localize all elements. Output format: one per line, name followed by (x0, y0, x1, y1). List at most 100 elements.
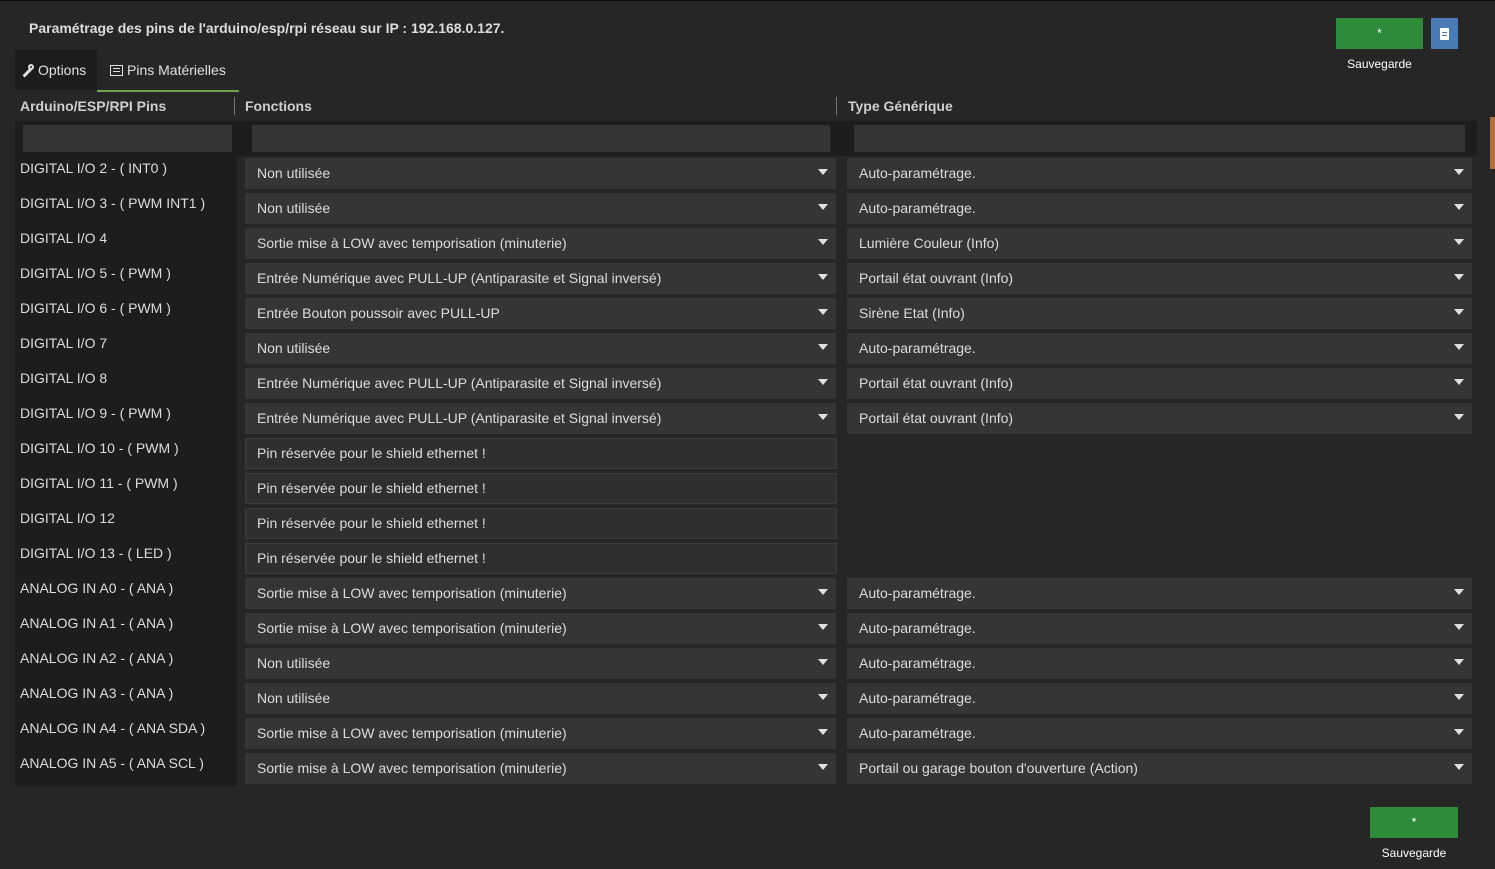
chevron-down-icon (1454, 729, 1464, 735)
type-generique-select[interactable]: Auto-paramétrage. (847, 683, 1472, 714)
column-separator (234, 97, 235, 115)
pin-label: DIGITAL I/O 6 - ( PWM ) (15, 296, 237, 331)
type-value: Auto-paramétrage. (859, 585, 976, 601)
type-generique-select[interactable]: Auto-paramétrage. (847, 718, 1472, 749)
pin-label: DIGITAL I/O 9 - ( PWM ) (15, 401, 237, 436)
table-row: DIGITAL I/O 12 Pin réservée pour le shiel… (15, 506, 1477, 541)
table-row: DIGITAL I/O 10 - ( PWM ) Pin réservée pou… (15, 436, 1477, 471)
chevron-down-icon (818, 659, 828, 665)
type-generique-select[interactable]: Portail ou garage bouton d'ouverture (Ac… (847, 753, 1472, 784)
tab-bar: Options Pins Matérielles (15, 50, 239, 92)
fonction-select[interactable]: Non utilisée (245, 333, 836, 364)
type-value: Auto-paramétrage. (859, 165, 976, 181)
fonction-value: Entrée Numérique avec PULL-UP (Antiparas… (257, 375, 662, 391)
tab-options[interactable]: Options (15, 50, 97, 90)
chevron-down-icon (818, 169, 828, 175)
fonction-value: Entrée Numérique avec PULL-UP (Antiparas… (257, 270, 662, 286)
pin-label: ANALOG IN A5 - ( ANA SCL ) (15, 751, 237, 786)
documentation-button[interactable] (1431, 18, 1458, 49)
pin-label: ANALOG IN A3 - ( ANA ) (15, 681, 237, 716)
type-generique-select[interactable]: Lumière Couleur (Info) (847, 228, 1472, 259)
fonction-select[interactable]: Entrée Numérique avec PULL-UP (Antiparas… (245, 368, 836, 399)
pin-label: DIGITAL I/O 2 - ( INT0 ) (15, 156, 237, 191)
fonction-select[interactable]: Non utilisée (245, 648, 836, 679)
chevron-down-icon (1454, 239, 1464, 245)
table-row: DIGITAL I/O 5 - ( PWM ) Entrée Numérique … (15, 261, 1477, 296)
type-value: Auto-paramétrage. (859, 200, 976, 216)
fonction-select[interactable]: Sortie mise à LOW avec temporisation (mi… (245, 753, 836, 784)
fonction-select[interactable]: Sortie mise à LOW avec temporisation (mi… (245, 718, 836, 749)
type-value: Lumière Couleur (Info) (859, 235, 1000, 251)
fonction-value: Non utilisée (257, 340, 331, 356)
type-generique-select[interactable]: Auto-paramétrage. (847, 613, 1472, 644)
fonction-select[interactable]: Non utilisée (245, 158, 836, 189)
chevron-down-icon (1454, 659, 1464, 665)
pin-label: DIGITAL I/O 3 - ( PWM INT1 ) (15, 191, 237, 226)
type-generique-select[interactable]: Auto-paramétrage. (847, 333, 1472, 364)
fonction-select[interactable]: Sortie mise à LOW avec temporisation (mi… (245, 613, 836, 644)
type-generique-select[interactable]: Auto-paramétrage. (847, 648, 1472, 679)
wrench-icon (21, 63, 34, 77)
type-generique-select[interactable]: Auto-paramétrage. (847, 158, 1472, 189)
type-generique-select[interactable]: Portail état ouvrant (Info) (847, 403, 1472, 434)
pin-label: DIGITAL I/O 7 (15, 331, 237, 366)
chevron-down-icon (818, 239, 828, 245)
save-button-top[interactable]: * Sauvegarde (1336, 18, 1423, 71)
fonction-select[interactable]: Sortie mise à LOW avec temporisation (mi… (245, 228, 836, 259)
fonction-select[interactable]: Sortie mise à LOW avec temporisation (mi… (245, 578, 836, 609)
fonction-select[interactable]: Entrée Numérique avec PULL-UP (Antiparas… (245, 263, 836, 294)
type-value: Portail état ouvrant (Info) (859, 270, 1014, 286)
fonction-select[interactable]: Entrée Bouton poussoir avec PULL-UP (245, 298, 836, 329)
scrollbar-thumb[interactable] (1490, 117, 1495, 169)
reserved-pin-message: Pin réservée pour le shield ethernet ! (245, 438, 837, 469)
table-row: ANALOG IN A1 - ( ANA ) Sortie mise à LOW … (15, 611, 1477, 646)
type-generique-select[interactable]: Sirène Etat (Info) (847, 298, 1472, 329)
chevron-down-icon (818, 764, 828, 770)
chevron-down-icon (1454, 204, 1464, 210)
column-header-pins[interactable]: Arduino/ESP/RPI Pins (20, 92, 166, 120)
chevron-down-icon (1454, 379, 1464, 385)
fonction-value: Entrée Bouton poussoir avec PULL-UP (257, 305, 500, 321)
type-value: Auto-paramétrage. (859, 340, 976, 356)
type-generique-select[interactable]: Portail état ouvrant (Info) (847, 368, 1472, 399)
type-value: Portail état ouvrant (Info) (859, 410, 1014, 426)
filter-fonctions-input[interactable] (252, 125, 830, 152)
tab-pins-materielles[interactable]: Pins Matérielles (97, 50, 239, 92)
tab-options-label: Options (38, 62, 87, 78)
pin-label: DIGITAL I/O 13 - ( LED ) (15, 541, 237, 576)
column-separator (836, 97, 837, 115)
table-row: DIGITAL I/O 6 - ( PWM ) Entrée Bouton pou… (15, 296, 1477, 331)
table-row: DIGITAL I/O 9 - ( PWM ) Entrée Numérique … (15, 401, 1477, 436)
pin-label: ANALOG IN A0 - ( ANA ) (15, 576, 237, 611)
column-header-type[interactable]: Type Générique (848, 92, 953, 120)
type-value: Auto-paramétrage. (859, 655, 976, 671)
fonction-select[interactable]: Entrée Numérique avec PULL-UP (Antiparas… (245, 403, 836, 434)
tab-pins-label: Pins Matérielles (127, 62, 226, 78)
fonction-value: Sortie mise à LOW avec temporisation (mi… (257, 235, 567, 251)
chevron-down-icon (1454, 274, 1464, 280)
save-button-bottom[interactable]: * Sauvegarde (1370, 807, 1458, 860)
filter-type-input[interactable] (854, 125, 1465, 152)
pin-label: ANALOG IN A1 - ( ANA ) (15, 611, 237, 646)
type-generique-select[interactable]: Auto-paramétrage. (847, 193, 1472, 224)
type-generique-select[interactable]: Auto-paramétrage. (847, 578, 1472, 609)
chevron-down-icon (1454, 694, 1464, 700)
type-generique-select[interactable]: Portail état ouvrant (Info) (847, 263, 1472, 294)
column-header-fonctions[interactable]: Fonctions (245, 92, 312, 120)
filter-row (15, 121, 1477, 156)
table-row: ANALOG IN A3 - ( ANA ) Non utilisée Auto-p… (15, 681, 1477, 716)
chevron-down-icon (1454, 344, 1464, 350)
chevron-down-icon (818, 589, 828, 595)
table-row: DIGITAL I/O 2 - ( INT0 ) Non utilisée Auto… (15, 156, 1477, 191)
chevron-down-icon (818, 344, 828, 350)
filter-pins-input[interactable] (23, 125, 232, 152)
type-value: Portail ou garage bouton d'ouverture (Ac… (859, 760, 1138, 776)
fonction-select[interactable]: Non utilisée (245, 683, 836, 714)
table-row: DIGITAL I/O 7 Non utilisée Auto-paramétrag… (15, 331, 1477, 366)
fonction-select[interactable]: Non utilisée (245, 193, 836, 224)
table-row: DIGITAL I/O 11 - ( PWM ) Pin réservée pou… (15, 471, 1477, 506)
pin-label: DIGITAL I/O 5 - ( PWM ) (15, 261, 237, 296)
chevron-down-icon (1454, 169, 1464, 175)
pin-label: DIGITAL I/O 11 - ( PWM ) (15, 471, 237, 506)
pin-label: DIGITAL I/O 12 (15, 506, 237, 541)
